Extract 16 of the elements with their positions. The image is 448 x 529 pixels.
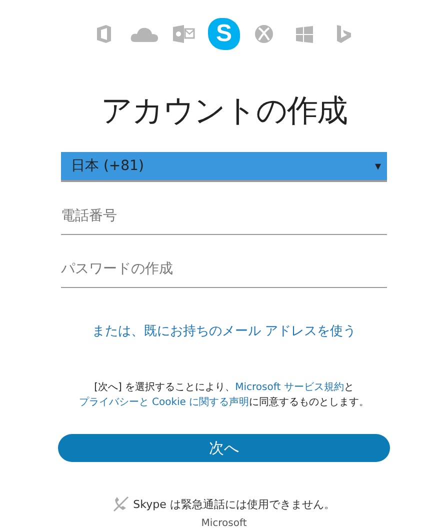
- cloud-icon[interactable]: [130, 26, 158, 42]
- bing-icon[interactable]: [337, 25, 351, 43]
- terms-link[interactable]: プライバシーと Cookie に関する声明: [78, 397, 250, 408]
- page-title: アカウントの作成: [101, 92, 347, 131]
- xbox-icon[interactable]: [255, 25, 273, 43]
- footer-brand: Microsoft: [201, 518, 247, 529]
- crossed-phone-icon: [113, 496, 130, 512]
- email-link[interactable]: または、既にお持ちのメール アドレスを使う: [92, 322, 356, 340]
- mail-icon[interactable]: [173, 25, 195, 43]
- consent-text: [次へ] を選択することにより、Microsoft サービス規約と プライバシーと Cookie に関する声明に同意するものとします。: [78, 381, 370, 410]
- country-select[interactable]: 日本 (+81) ▾: [61, 152, 387, 182]
- emergency-notice: Skype は緊急通話には使用できません。: [133, 496, 335, 512]
- terms-link[interactable]: Microsoft サービス規約: [235, 382, 344, 393]
- windows-icon[interactable]: [296, 26, 312, 42]
- office-icon[interactable]: [97, 25, 111, 43]
- next-button[interactable]: 次へ: [58, 434, 390, 462]
